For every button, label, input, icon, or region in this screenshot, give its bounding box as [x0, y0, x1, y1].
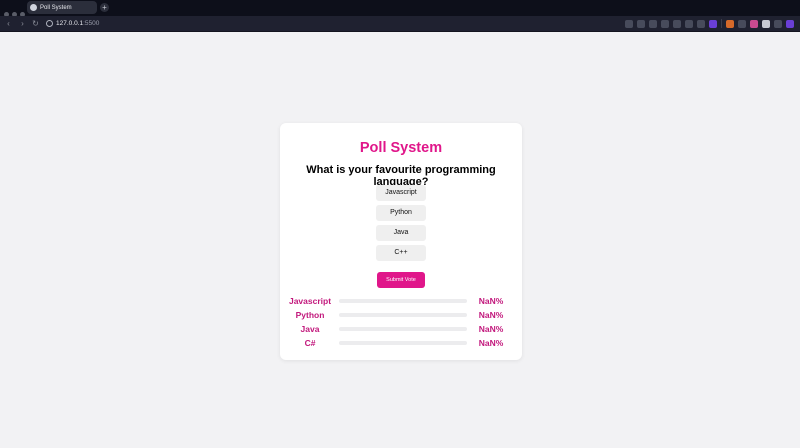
url-text[interactable]: 127.0.0.1:5500 — [56, 20, 99, 27]
option-cpp-button[interactable]: C++ — [376, 245, 426, 261]
address-bar[interactable]: 127.0.0.1:5500 — [46, 18, 99, 29]
metamask-icon[interactable] — [726, 19, 734, 28]
forward-button[interactable]: › — [18, 19, 27, 28]
browser-tab-strip: Poll System + — [0, 0, 800, 17]
reload-button[interactable]: ↻ — [31, 19, 40, 28]
extension-icon[interactable] — [685, 19, 693, 28]
option-python-button[interactable]: Python — [376, 205, 426, 221]
result-bar — [339, 313, 467, 317]
result-bar — [339, 299, 467, 303]
url-port: :5500 — [83, 20, 100, 27]
result-label: Java — [300, 324, 320, 334]
browser-tab[interactable]: Poll System — [27, 1, 97, 14]
toolbar-divider — [721, 19, 722, 28]
option-java-button[interactable]: Java — [376, 225, 426, 241]
heart-icon[interactable] — [673, 19, 681, 28]
poll-card: Poll System What is your favourite progr… — [280, 123, 522, 360]
extension-icon[interactable] — [709, 19, 717, 28]
result-bar — [339, 341, 467, 345]
browser-toolbar — [625, 19, 794, 28]
url-host: 127.0.0.1 — [56, 20, 84, 27]
submit-vote-button[interactable]: Submit Vote — [377, 272, 425, 288]
result-percent: NaN% — [478, 296, 504, 306]
result-row: Javascript NaN% — [280, 295, 522, 307]
extension-icon[interactable] — [637, 19, 645, 28]
extension-icon[interactable] — [649, 19, 657, 28]
extension-icon[interactable] — [625, 19, 633, 28]
result-percent: NaN% — [478, 324, 504, 334]
new-tab-button[interactable]: + — [100, 3, 109, 12]
result-percent: NaN% — [478, 310, 504, 320]
site-info-icon[interactable] — [46, 20, 53, 27]
result-label: C# — [304, 338, 316, 348]
result-label: Python — [295, 310, 325, 320]
globe-icon — [30, 4, 37, 11]
result-label: Javascript — [288, 296, 332, 306]
page-title: Poll System — [359, 140, 443, 156]
result-row: Python NaN% — [280, 309, 522, 321]
color-picker-icon[interactable] — [762, 19, 770, 28]
result-bar — [339, 327, 467, 331]
option-javascript-button[interactable]: Javascript — [376, 185, 426, 201]
extension-icon[interactable] — [750, 19, 758, 28]
extension-icon[interactable] — [697, 19, 705, 28]
browser-navbar: ‹ › ↻ 127.0.0.1:5500 — [0, 16, 800, 32]
result-row: C# NaN% — [280, 337, 522, 349]
page-viewport: Poll System What is your favourite progr… — [0, 33, 800, 448]
result-row: Java NaN% — [280, 323, 522, 335]
extension-icon[interactable] — [738, 19, 746, 28]
profile-icon[interactable] — [786, 19, 794, 28]
tab-title: Poll System — [40, 4, 72, 11]
extension-icon[interactable] — [661, 19, 669, 28]
puzzle-icon[interactable] — [774, 19, 782, 28]
back-button[interactable]: ‹ — [4, 19, 13, 28]
result-percent: NaN% — [478, 338, 504, 348]
